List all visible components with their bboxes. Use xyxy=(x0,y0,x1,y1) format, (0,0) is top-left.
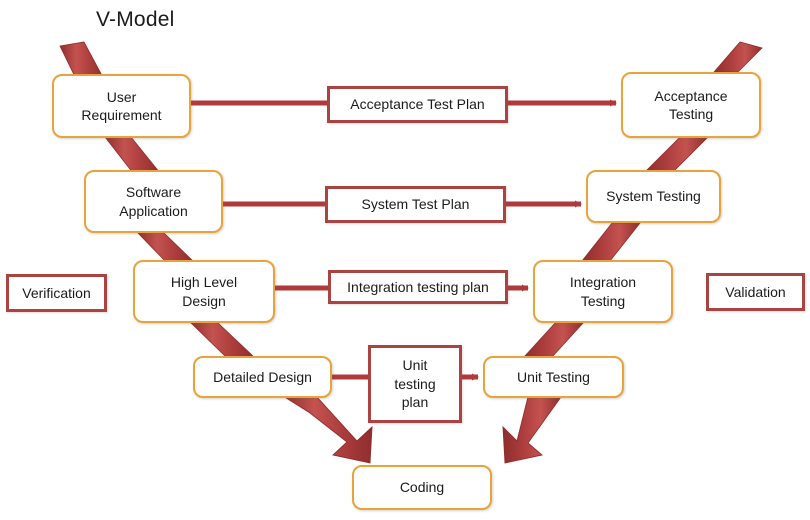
node-validation[interactable]: Validation xyxy=(706,273,805,311)
node-label-high-level-design: High Level Design xyxy=(170,274,238,309)
node-acceptance-testing[interactable]: Acceptance Testing xyxy=(621,72,761,138)
band-system-integration xyxy=(581,222,641,262)
node-user-requirement[interactable]: User Requirement xyxy=(52,74,191,138)
node-coding[interactable]: Coding xyxy=(352,465,492,510)
v-model-diagram: V-Model User Requirement Acceptance Test… xyxy=(0,0,810,520)
node-acceptance-test-plan[interactable]: Acceptance Test Plan xyxy=(327,86,508,123)
node-software-application[interactable]: Software Application xyxy=(84,170,223,233)
node-label-acceptance-testing: Acceptance Testing xyxy=(654,87,728,122)
band-integration-unit-testing xyxy=(523,321,585,358)
band-acceptance-exit xyxy=(713,41,763,73)
node-label-coding: Coding xyxy=(399,479,445,496)
node-verification[interactable]: Verification xyxy=(6,274,107,312)
node-label-detailed-design: Detailed Design xyxy=(213,368,312,385)
node-label-integration-testing: Integration Testing xyxy=(569,274,637,309)
node-label-unit-testing-plan: Unit testing plan xyxy=(394,357,436,411)
node-label-system-testing: System Testing xyxy=(606,188,701,205)
node-label-software-application: Software Application xyxy=(119,184,188,219)
node-label-validation: Validation xyxy=(725,283,786,300)
node-label-integration-test-plan: Integration testing plan xyxy=(347,278,489,295)
node-integration-test-plan[interactable]: Integration testing plan xyxy=(328,270,508,304)
node-high-level-design[interactable]: High Level Design xyxy=(133,260,275,323)
band-high-level-detailed xyxy=(189,321,256,358)
band-user-requirement-software xyxy=(104,136,161,174)
node-label-user-requirement: User Requirement xyxy=(81,88,162,123)
node-label-system-test-plan: System Test Plan xyxy=(361,196,470,213)
node-unit-testing-plan[interactable]: Unit testing plan xyxy=(368,345,462,423)
band-detailed-coding xyxy=(281,395,373,464)
node-system-testing[interactable]: System Testing xyxy=(586,170,721,223)
diagram-title: V-Model xyxy=(96,8,175,31)
band-unit-testing-coding xyxy=(502,396,562,464)
node-label-verification: Verification xyxy=(22,284,91,301)
band-acceptance-system xyxy=(644,136,709,173)
node-integration-testing[interactable]: Integration Testing xyxy=(533,260,673,323)
node-detailed-design[interactable]: Detailed Design xyxy=(193,356,332,398)
node-unit-testing[interactable]: Unit Testing xyxy=(483,356,624,398)
band-software-high-level xyxy=(136,231,195,263)
node-label-unit-testing: Unit Testing xyxy=(517,368,590,385)
node-system-test-plan[interactable]: System Test Plan xyxy=(325,186,506,223)
node-label-acceptance-test-plan: Acceptance Test Plan xyxy=(350,96,485,113)
